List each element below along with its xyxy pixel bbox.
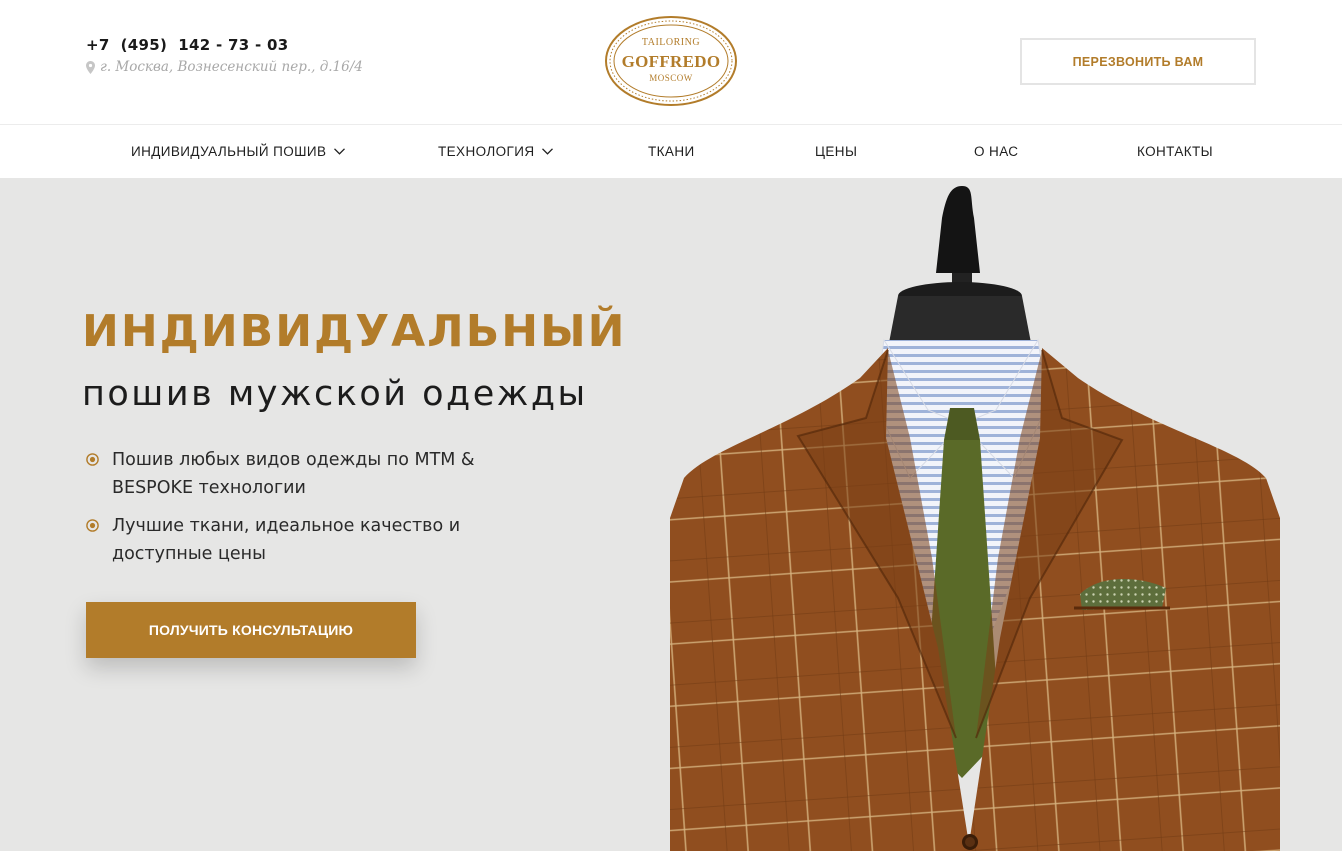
nav-item-label: ТКАНИ (648, 144, 695, 159)
callback-button[interactable]: ПЕРЕЗВОНИТЬ ВАМ (1020, 38, 1256, 85)
nav-item-contacts[interactable]: КОНТАКТЫ (1137, 125, 1213, 178)
header-contacts: +7 (495) 142 - 73 - 03 г. Москва, Вознес… (86, 36, 363, 75)
nav-item-label: О НАС (974, 144, 1019, 159)
bullet-text: Лучшие ткани, идеальное качество и досту… (112, 516, 461, 564)
nav-item-fabrics[interactable]: ТКАНИ (648, 125, 695, 178)
hero-section: ИНДИВИДУАЛЬНЫЙ пошив мужской одежды Поши… (0, 178, 1342, 851)
nav-item-technology[interactable]: ТЕХНОЛОГИЯ (438, 125, 554, 178)
nav-item-label: КОНТАКТЫ (1137, 144, 1214, 159)
hero-bullets: Пошив любых видов одежды по MTM & BESPOK… (86, 446, 506, 578)
main-nav: ИНДИВИДУАЛЬНЫЙ ПОШИВ ТЕХНОЛОГИЯ ТКАНИ ЦЕ… (0, 124, 1342, 178)
address-text: г. Москва, Вознесенский пер., д.16/4 (100, 59, 363, 75)
map-pin-icon (86, 60, 95, 74)
bullet-text: Пошив любых видов одежды по MTM & BESPOK… (112, 450, 475, 498)
address: г. Москва, Вознесенский пер., д.16/4 (86, 59, 363, 75)
chevron-down-icon (542, 148, 554, 155)
suit-mannequin-image (670, 186, 1280, 851)
nav-item-about[interactable]: О НАС (974, 125, 1018, 178)
hero-subtitle: пошив мужской одежды (82, 374, 588, 414)
chevron-down-icon (334, 148, 346, 155)
radio-dot-icon (86, 453, 99, 466)
radio-dot-icon (86, 519, 99, 532)
nav-item-prices[interactable]: ЦЕНЫ (815, 125, 857, 178)
logo-city: MOSCOW (649, 73, 693, 83)
consultation-button[interactable]: ПОЛУЧИТЬ КОНСУЛЬТАЦИЮ (86, 602, 416, 658)
logo-brand: GOFFREDO (621, 52, 721, 71)
list-item: Лучшие ткани, идеальное качество и досту… (86, 512, 506, 568)
logo-tailoring: TAILORING (641, 37, 701, 48)
list-item: Пошив любых видов одежды по MTM & BESPOK… (86, 446, 506, 502)
phone-number[interactable]: +7 (495) 142 - 73 - 03 (86, 36, 363, 54)
site-header: +7 (495) 142 - 73 - 03 г. Москва, Вознес… (0, 0, 1342, 124)
nav-item-label: ИНДИВИДУАЛЬНЫЙ ПОШИВ (131, 144, 327, 159)
logo[interactable]: TAILORING GOFFREDO MOSCOW (604, 15, 738, 107)
nav-item-label: ЦЕНЫ (815, 144, 858, 159)
hero-title: ИНДИВИДУАЛЬНЫЙ (82, 306, 627, 357)
nav-item-label: ТЕХНОЛОГИЯ (438, 144, 535, 159)
nav-item-custom-tailoring[interactable]: ИНДИВИДУАЛЬНЫЙ ПОШИВ (131, 125, 346, 178)
